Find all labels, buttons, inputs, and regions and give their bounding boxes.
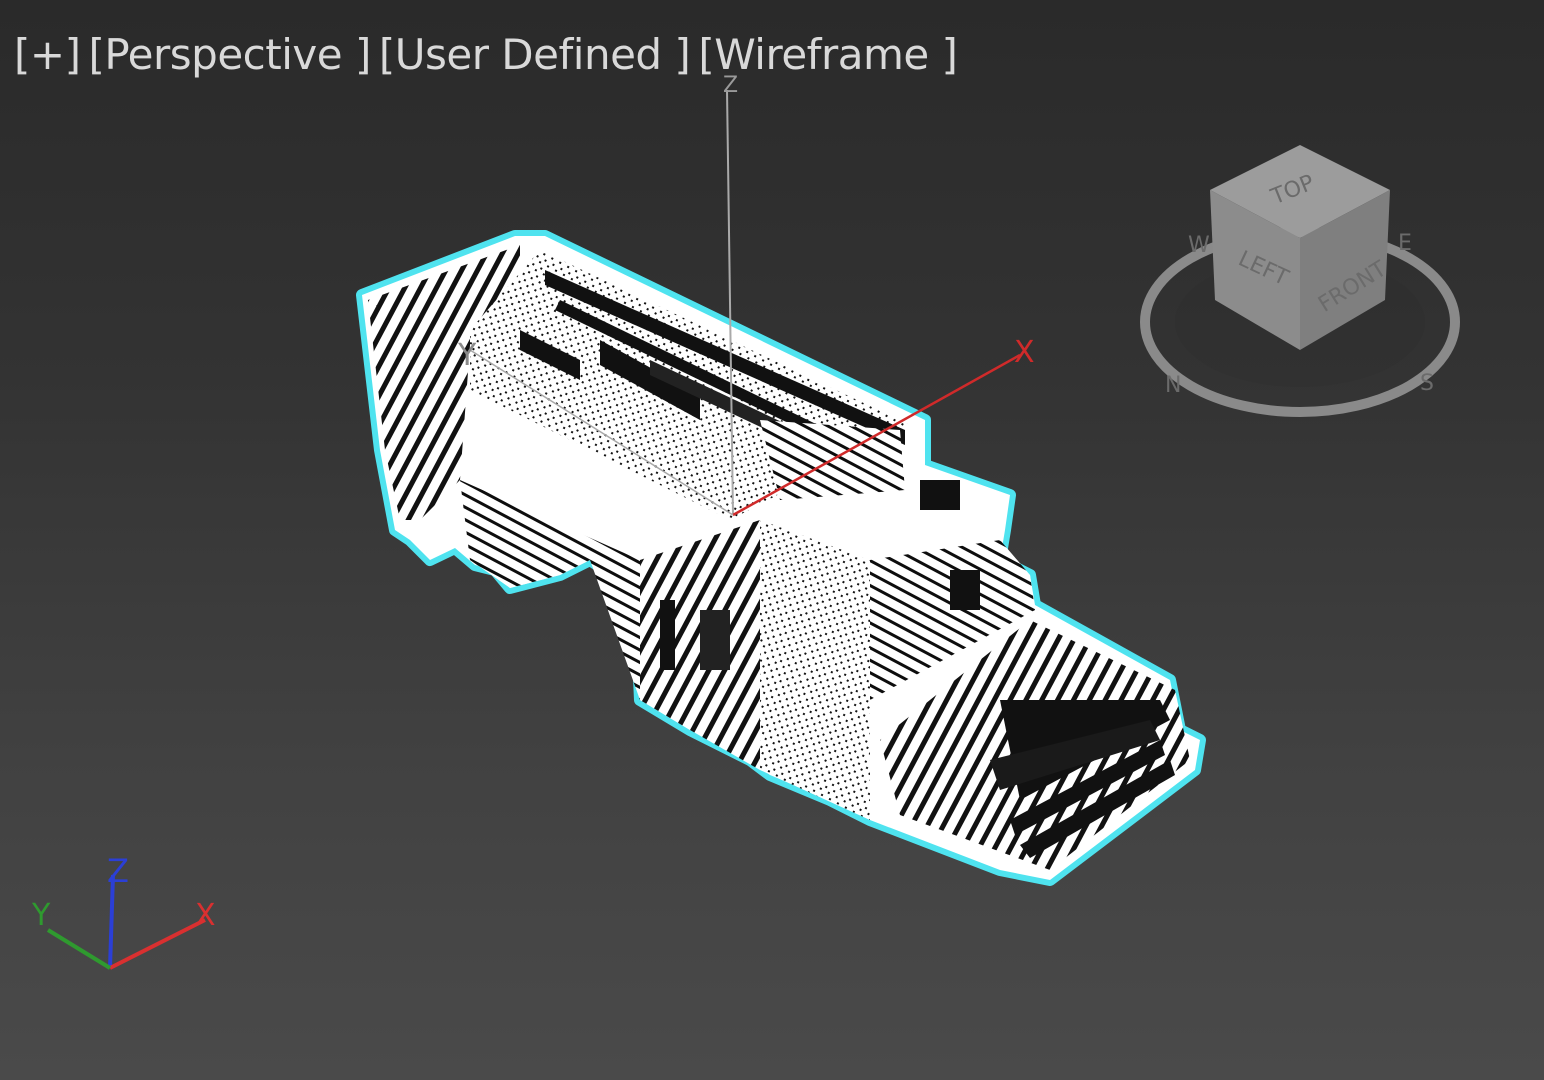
gizmo-x-label: X — [1014, 335, 1035, 370]
scene-canvas[interactable]: X Y Z TOP LEFT FRONT W S E N Z X Y — [0, 0, 1544, 1080]
gizmo-z-label: Z — [723, 73, 738, 98]
world-y-label: Y — [31, 898, 51, 933]
compass-s-label: S — [1420, 371, 1434, 396]
gizmo-y-label: Y — [457, 338, 477, 373]
compass-e-label: E — [1398, 231, 1412, 256]
world-axis-tripod: Z X Y — [31, 852, 216, 970]
viewcube[interactable]: TOP LEFT FRONT W S E N — [1140, 145, 1460, 417]
viewport-perspective[interactable]: [+] [Perspective ] [User Defined ] [Wire… — [0, 0, 1544, 1080]
world-x-axis — [109, 918, 206, 970]
selected-object-wireframe[interactable] — [356, 230, 1206, 886]
world-y-axis — [46, 928, 112, 970]
compass-w-label: W — [1188, 233, 1210, 258]
world-x-label: X — [195, 898, 216, 933]
world-z-label: Z — [107, 852, 129, 890]
compass-n-label: N — [1165, 373, 1181, 398]
